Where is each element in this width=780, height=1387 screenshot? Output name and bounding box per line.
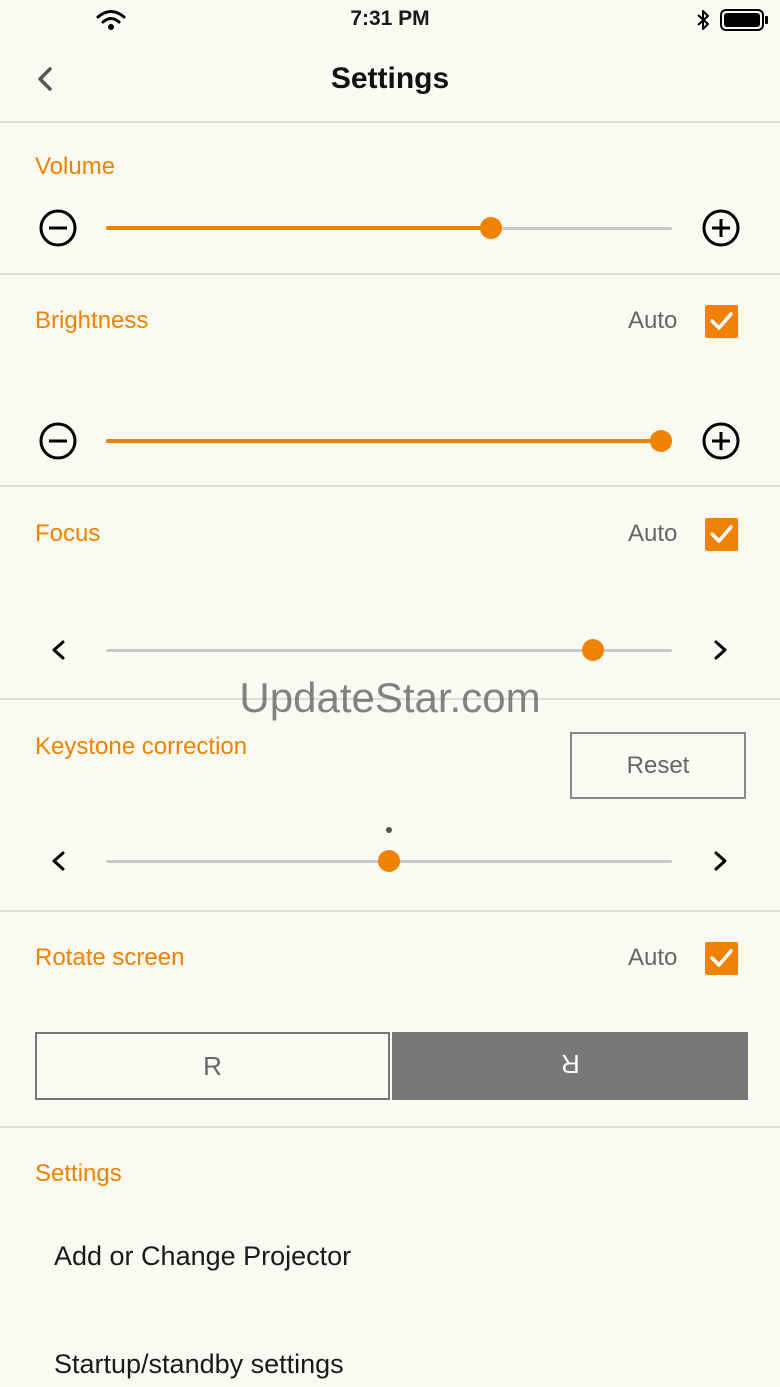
plus-circle-icon	[702, 209, 740, 247]
rotate-label: Rotate screen	[35, 944, 185, 971]
rotate-auto-checkbox[interactable]	[705, 942, 738, 975]
battery-icon	[720, 9, 768, 31]
menu-item-add-change-projector[interactable]: Add or Change Projector	[54, 1241, 351, 1272]
brightness-auto-checkbox[interactable]	[705, 305, 738, 338]
brightness-slider[interactable]	[106, 426, 672, 456]
center-marker	[386, 827, 392, 833]
navigation-bar: Settings	[0, 40, 780, 123]
brightness-auto-label: Auto	[628, 307, 678, 334]
chevron-left-icon	[52, 640, 65, 660]
focus-auto-label: Auto	[628, 520, 678, 547]
checkmark-icon	[710, 525, 733, 543]
volume-label: Volume	[35, 153, 116, 180]
minus-circle-icon	[39, 422, 77, 460]
rotate-section: Rotate screen Auto R R	[0, 912, 780, 1128]
brightness-section: Brightness Auto	[0, 275, 780, 487]
settings-section-title: Settings	[35, 1160, 122, 1187]
focus-slider[interactable]	[106, 635, 672, 665]
page-title: Settings	[330, 62, 450, 95]
minus-circle-icon	[39, 209, 77, 247]
focus-label: Focus	[35, 520, 101, 547]
focus-decrease-button[interactable]	[38, 630, 78, 670]
rotate-flipped-label: R	[560, 1049, 580, 1079]
menu-item-startup-standby[interactable]: Startup/standby settings	[54, 1349, 344, 1380]
focus-section: Focus Auto	[0, 487, 780, 700]
slider-thumb[interactable]	[581, 639, 604, 661]
checkmark-icon	[710, 949, 733, 967]
keystone-increase-button[interactable]	[701, 841, 741, 881]
chevron-left-icon	[52, 851, 65, 871]
keystone-section: Keystone correction Reset	[0, 700, 780, 912]
chevron-right-icon	[714, 640, 727, 660]
slider-thumb[interactable]	[479, 217, 502, 239]
volume-slider[interactable]	[106, 213, 672, 243]
brightness-increase-button[interactable]	[701, 421, 741, 461]
rotate-auto-label: Auto	[628, 944, 678, 971]
rotate-flipped-option[interactable]: R	[392, 1032, 748, 1100]
volume-decrease-button[interactable]	[38, 208, 78, 248]
plus-circle-icon	[702, 422, 740, 460]
checkmark-icon	[710, 312, 733, 330]
brightness-decrease-button[interactable]	[38, 421, 78, 461]
keystone-label: Keystone correction	[35, 733, 248, 760]
focus-increase-button[interactable]	[701, 630, 741, 670]
slider-thumb[interactable]	[378, 850, 400, 872]
volume-section: Volume	[0, 123, 780, 275]
keystone-reset-button[interactable]: Reset	[570, 732, 746, 799]
brightness-label: Brightness	[35, 307, 149, 334]
keystone-decrease-button[interactable]	[38, 841, 78, 881]
bluetooth-icon	[697, 10, 709, 30]
volume-increase-button[interactable]	[701, 208, 741, 248]
status-bar: 7:31 PM	[0, 0, 780, 40]
keystone-slider[interactable]	[106, 846, 672, 876]
focus-auto-checkbox[interactable]	[705, 518, 738, 551]
slider-thumb[interactable]	[649, 430, 672, 452]
rotate-normal-option[interactable]: R	[35, 1032, 390, 1100]
chevron-right-icon	[714, 851, 727, 871]
status-time: 7:31 PM	[350, 7, 430, 30]
